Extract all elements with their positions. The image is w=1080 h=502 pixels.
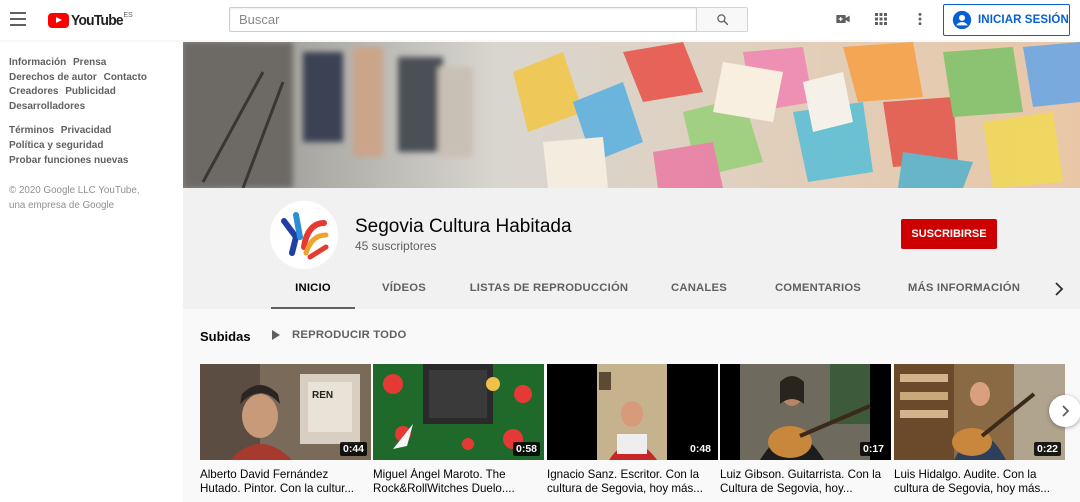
settings-menu-button[interactable] xyxy=(912,11,928,32)
banner-image xyxy=(183,42,1080,188)
play-all-label: REPRODUCIR TODO xyxy=(292,329,407,341)
sign-in-button[interactable]: INICIAR SESIÓN xyxy=(943,4,1070,36)
link-publicidad[interactable]: Publicidad xyxy=(65,86,116,97)
video-card[interactable]: REN 0:44 Alberto David Fernández Hutado.… xyxy=(200,364,371,496)
channel-tabs: INICIO VÍDEOS LISTAS DE REPRODUCCIÓN CAN… xyxy=(183,268,1080,309)
search-box xyxy=(229,7,748,32)
video-card[interactable]: 0:17 Luiz Gibson. Guitarrista. Con la Cu… xyxy=(720,364,891,496)
video-thumbnail[interactable]: 0:58 xyxy=(373,364,544,460)
guide-sidebar: Información Prensa Derechos de autor Con… xyxy=(0,42,183,502)
link-creadores[interactable]: Creadores xyxy=(9,86,58,97)
link-probar-funciones[interactable]: Probar funciones nuevas xyxy=(9,155,128,166)
sidebar-links-secondary: Términos Privacidad Política y seguridad… xyxy=(9,124,179,168)
youtube-play-icon xyxy=(48,13,69,28)
video-duration: 0:22 xyxy=(1033,442,1061,456)
tab-videos[interactable]: VÍDEOS xyxy=(368,268,440,309)
tab-inicio[interactable]: INICIO xyxy=(271,268,355,309)
tabs-scroll-right-button[interactable] xyxy=(1051,280,1067,298)
video-duration: 0:17 xyxy=(859,442,887,456)
more-vert-icon xyxy=(918,12,922,26)
copyright: © 2020 Google LLC YouTube, una empresa d… xyxy=(9,184,183,213)
video-duration: 0:58 xyxy=(512,442,540,456)
video-thumbnail[interactable]: REN 0:44 xyxy=(200,364,371,460)
channel-banner xyxy=(183,42,1080,188)
video-title[interactable]: Ignacio Sanz. Escritor. Con la cultura d… xyxy=(547,468,715,496)
link-prensa[interactable]: Prensa xyxy=(73,57,106,68)
apps-grid-icon xyxy=(875,13,887,25)
chevron-right-icon xyxy=(1055,282,1064,296)
masthead: YouTube ES Buscar INICIAR SESIÓN xyxy=(0,0,1080,40)
video-card[interactable]: 0:58 Miguel Ángel Maroto. The Rock&RollW… xyxy=(373,364,544,496)
copyright-line-2: una empresa de Google xyxy=(9,199,115,211)
sign-in-label: INICIAR SESIÓN xyxy=(978,14,1069,26)
link-derechos-de-autor[interactable]: Derechos de autor xyxy=(9,72,97,83)
play-icon xyxy=(272,330,280,340)
video-duration: 0:48 xyxy=(686,442,714,456)
subscribe-button[interactable]: SUSCRIBIRSE xyxy=(901,219,997,249)
apps-button[interactable] xyxy=(873,11,889,32)
video-duration: 0:44 xyxy=(339,442,367,456)
play-all-button[interactable]: REPRODUCIR TODO xyxy=(270,328,407,342)
tab-listas-de-reproduccion[interactable]: LISTAS DE REPRODUCCIÓN xyxy=(468,268,630,309)
tab-mas-informacion[interactable]: MÁS INFORMACIÓN xyxy=(898,268,1030,309)
video-thumbnail[interactable]: 0:48 xyxy=(547,364,718,460)
link-terminos[interactable]: Términos xyxy=(9,125,54,136)
copyright-line-1: © 2020 Google LLC YouTube, xyxy=(9,185,140,197)
account-icon xyxy=(952,10,972,30)
sidebar-links-primary: Información Prensa Derechos de autor Con… xyxy=(9,56,179,114)
subscriber-count: 45 suscriptores xyxy=(355,239,437,253)
link-contacto[interactable]: Contacto xyxy=(104,72,147,83)
tab-canales[interactable]: CANALES xyxy=(658,268,740,309)
video-title[interactable]: Luis Hidalgo. Audite. Con la cultura de … xyxy=(894,468,1062,496)
video-title[interactable]: Luiz Gibson. Guitarrista. Con la Cultura… xyxy=(720,468,888,496)
video-card[interactable]: 0:22 Luis Hidalgo. Audite. Con la cultur… xyxy=(894,364,1065,496)
channel-logo-icon xyxy=(270,201,338,269)
link-politica-seguridad[interactable]: Política y seguridad xyxy=(9,140,103,151)
upload-video-button[interactable] xyxy=(835,11,851,32)
tab-comentarios[interactable]: COMENTARIOS xyxy=(768,268,868,309)
shelf-next-button[interactable] xyxy=(1049,395,1080,427)
channel-avatar[interactable] xyxy=(270,201,338,269)
link-privacidad[interactable]: Privacidad xyxy=(61,125,112,136)
svg-text:REN: REN xyxy=(312,390,333,401)
logo-text: YouTube xyxy=(71,12,124,29)
menu-icon[interactable] xyxy=(10,12,26,26)
video-title[interactable]: Alberto David Fernández Hutado. Pintor. … xyxy=(200,468,368,496)
logo-country-code: ES xyxy=(123,12,133,19)
link-informacion[interactable]: Información xyxy=(9,57,66,68)
video-thumbnail[interactable]: 0:17 xyxy=(720,364,891,460)
video-thumbnail[interactable]: 0:22 xyxy=(894,364,1065,460)
link-desarrolladores[interactable]: Desarrolladores xyxy=(9,101,85,112)
video-title[interactable]: Miguel Ángel Maroto. The Rock&RollWitche… xyxy=(373,468,541,496)
search-input[interactable] xyxy=(229,7,696,32)
uploads-heading[interactable]: Subidas xyxy=(200,329,251,344)
video-camera-icon xyxy=(836,15,850,23)
search-button[interactable] xyxy=(696,7,748,32)
youtube-logo[interactable]: YouTube ES xyxy=(48,10,133,30)
channel-title: Segovia Cultura Habitada xyxy=(355,216,572,237)
search-icon xyxy=(716,14,728,26)
channel-header: Segovia Cultura Habitada 45 suscriptores… xyxy=(183,188,1080,309)
video-card[interactable]: 0:48 Ignacio Sanz. Escritor. Con la cult… xyxy=(547,364,718,496)
chevron-right-icon xyxy=(1062,405,1070,417)
